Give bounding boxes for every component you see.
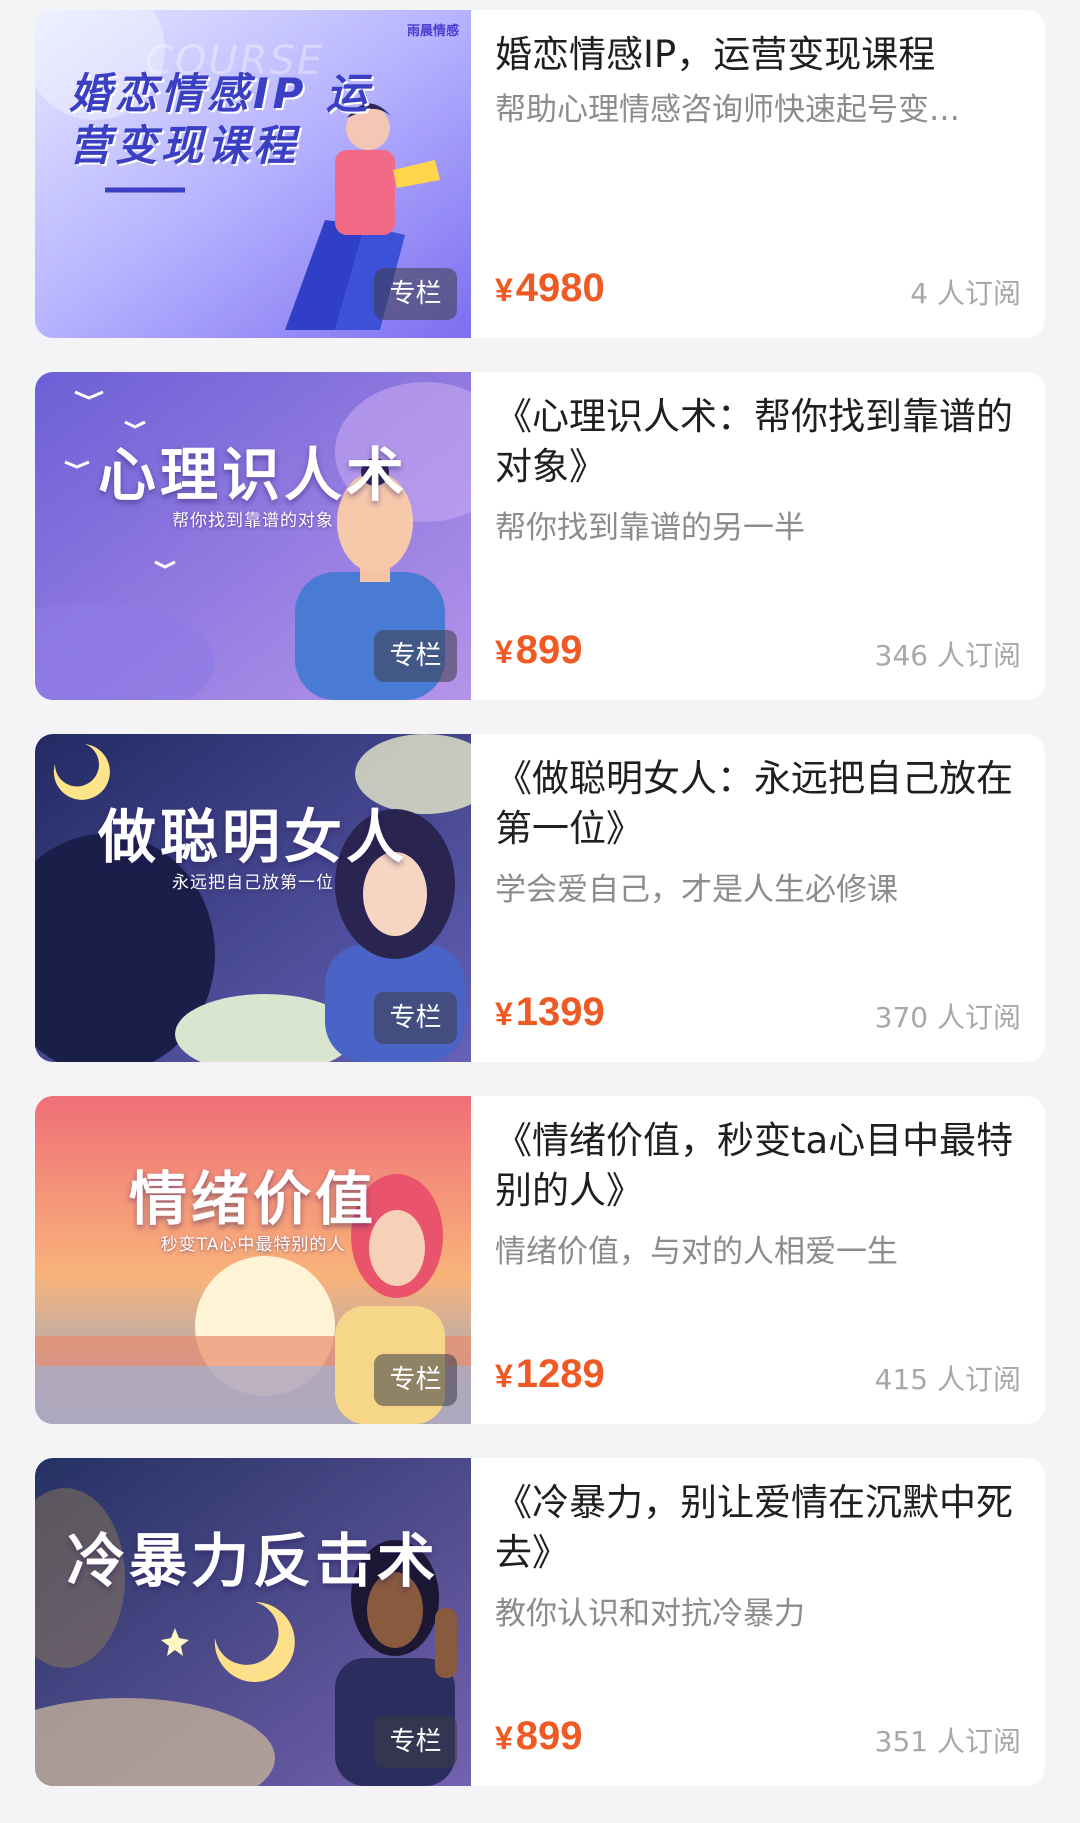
- cover-title: 婚恋情感IP 运营变现课程: [69, 69, 373, 170]
- cover-title: 做聪明女人: [97, 803, 408, 871]
- price-value: 899: [515, 1714, 583, 1758]
- course-info: 《冷暴力，别让爱情在沉默中死去》 教你认识和对抗冷暴力 ¥899 351 人订阅: [495, 1458, 1021, 1786]
- course-info: 《情绪价值，秒变ta心目中最特别的人》 情绪价值，与对的人相爱一生 ¥1289 …: [495, 1096, 1021, 1424]
- course-description: 帮助心理情感咨询师快速起号变…: [495, 92, 960, 128]
- course-title[interactable]: 《冷暴力，别让爱情在沉默中死去》: [495, 1478, 1021, 1578]
- currency-symbol: ¥: [495, 634, 513, 670]
- subscriber-count: 346 人订阅: [874, 639, 1021, 672]
- column-badge: 专栏: [374, 1354, 457, 1406]
- course-cover-image[interactable]: 心理识人术 帮你找到靠谱的对象 专栏: [35, 372, 471, 700]
- price-value: 4980: [515, 266, 605, 310]
- course-title[interactable]: 《心理识人术：帮你找到靠谱的对象》: [495, 392, 1021, 492]
- course-title[interactable]: 《情绪价值，秒变ta心目中最特别的人》: [495, 1116, 1021, 1216]
- course-price: ¥1399: [495, 990, 605, 1035]
- course-info: 《心理识人术：帮你找到靠谱的对象》 帮你找到靠谱的另一半 ¥899 346 人订…: [495, 372, 1021, 700]
- subscriber-count: 351 人订阅: [874, 1725, 1021, 1758]
- currency-symbol: ¥: [495, 272, 513, 308]
- course-card[interactable]: 做聪明女人 永远把自己放第一位 专栏 《做聪明女人：永远把自己放在第一位》 学会…: [35, 734, 1045, 1062]
- course-info: 《做聪明女人：永远把自己放在第一位》 学会爱自己，才是人生必修课 ¥1399 3…: [495, 734, 1021, 1062]
- subscriber-count: 4 人订阅: [910, 277, 1021, 310]
- cover-title: 冷暴力反击术: [66, 1527, 439, 1595]
- price-value: 1289: [515, 1352, 605, 1396]
- subscriber-count: 415 人订阅: [874, 1363, 1021, 1396]
- currency-symbol: ¥: [495, 996, 513, 1032]
- course-cover-image[interactable]: COURSE 雨晨情感 婚恋情感IP 运营变现课程 专栏: [35, 10, 471, 338]
- cover-title: 情绪价值: [128, 1165, 377, 1233]
- column-badge: 专栏: [374, 268, 457, 320]
- column-badge: 专栏: [374, 992, 457, 1044]
- column-badge: 专栏: [374, 1716, 457, 1768]
- column-badge: 专栏: [374, 630, 457, 682]
- price-value: 899: [515, 628, 583, 672]
- cover-subtitle: 秒变TA心中最特别的人: [160, 1235, 346, 1255]
- course-cover-image[interactable]: 冷暴力反击术 专栏: [35, 1458, 471, 1786]
- course-price: ¥899: [495, 628, 583, 673]
- course-price: ¥4980: [495, 266, 605, 311]
- course-list: COURSE 雨晨情感 婚恋情感IP 运营变现课程 专栏 婚恋情感IP，运营变现…: [0, 0, 1080, 1823]
- course-info: 婚恋情感IP，运营变现课程 帮助心理情感咨询师快速起号变… ¥4980 4 人订…: [495, 10, 1021, 338]
- cover-subtitle: 永远把自己放第一位: [172, 873, 334, 893]
- course-description: 教你认识和对抗冷暴力: [495, 1596, 805, 1632]
- course-description: 帮你找到靠谱的另一半: [495, 510, 805, 546]
- course-title[interactable]: 婚恋情感IP，运营变现课程: [495, 30, 1021, 80]
- course-card[interactable]: 情绪价值 秒变TA心中最特别的人 专栏 《情绪价值，秒变ta心目中最特别的人》 …: [35, 1096, 1045, 1424]
- course-description: 情绪价值，与对的人相爱一生: [495, 1234, 898, 1270]
- cover-title: 心理识人术: [97, 441, 408, 509]
- course-price: ¥899: [495, 1714, 583, 1759]
- cover-subtitle: 帮你找到靠谱的对象: [172, 511, 334, 531]
- price-value: 1399: [515, 990, 605, 1034]
- course-price: ¥1289: [495, 1352, 605, 1397]
- course-card[interactable]: 心理识人术 帮你找到靠谱的对象 专栏 《心理识人术：帮你找到靠谱的对象》 帮你找…: [35, 372, 1045, 700]
- cover-brand-logo: 雨晨情感: [406, 24, 459, 39]
- currency-symbol: ¥: [495, 1720, 513, 1756]
- currency-symbol: ¥: [495, 1358, 513, 1394]
- course-title[interactable]: 《做聪明女人：永远把自己放在第一位》: [495, 754, 1021, 854]
- course-cover-image[interactable]: 情绪价值 秒变TA心中最特别的人 专栏: [35, 1096, 471, 1424]
- course-cover-image[interactable]: 做聪明女人 永远把自己放第一位 专栏: [35, 734, 471, 1062]
- course-description: 学会爱自己，才是人生必修课: [495, 872, 898, 908]
- course-card[interactable]: COURSE 雨晨情感 婚恋情感IP 运营变现课程 专栏 婚恋情感IP，运营变现…: [35, 10, 1045, 338]
- subscriber-count: 370 人订阅: [874, 1001, 1021, 1034]
- course-card[interactable]: 冷暴力反击术 专栏 《冷暴力，别让爱情在沉默中死去》 教你认识和对抗冷暴力 ¥8…: [35, 1458, 1045, 1786]
